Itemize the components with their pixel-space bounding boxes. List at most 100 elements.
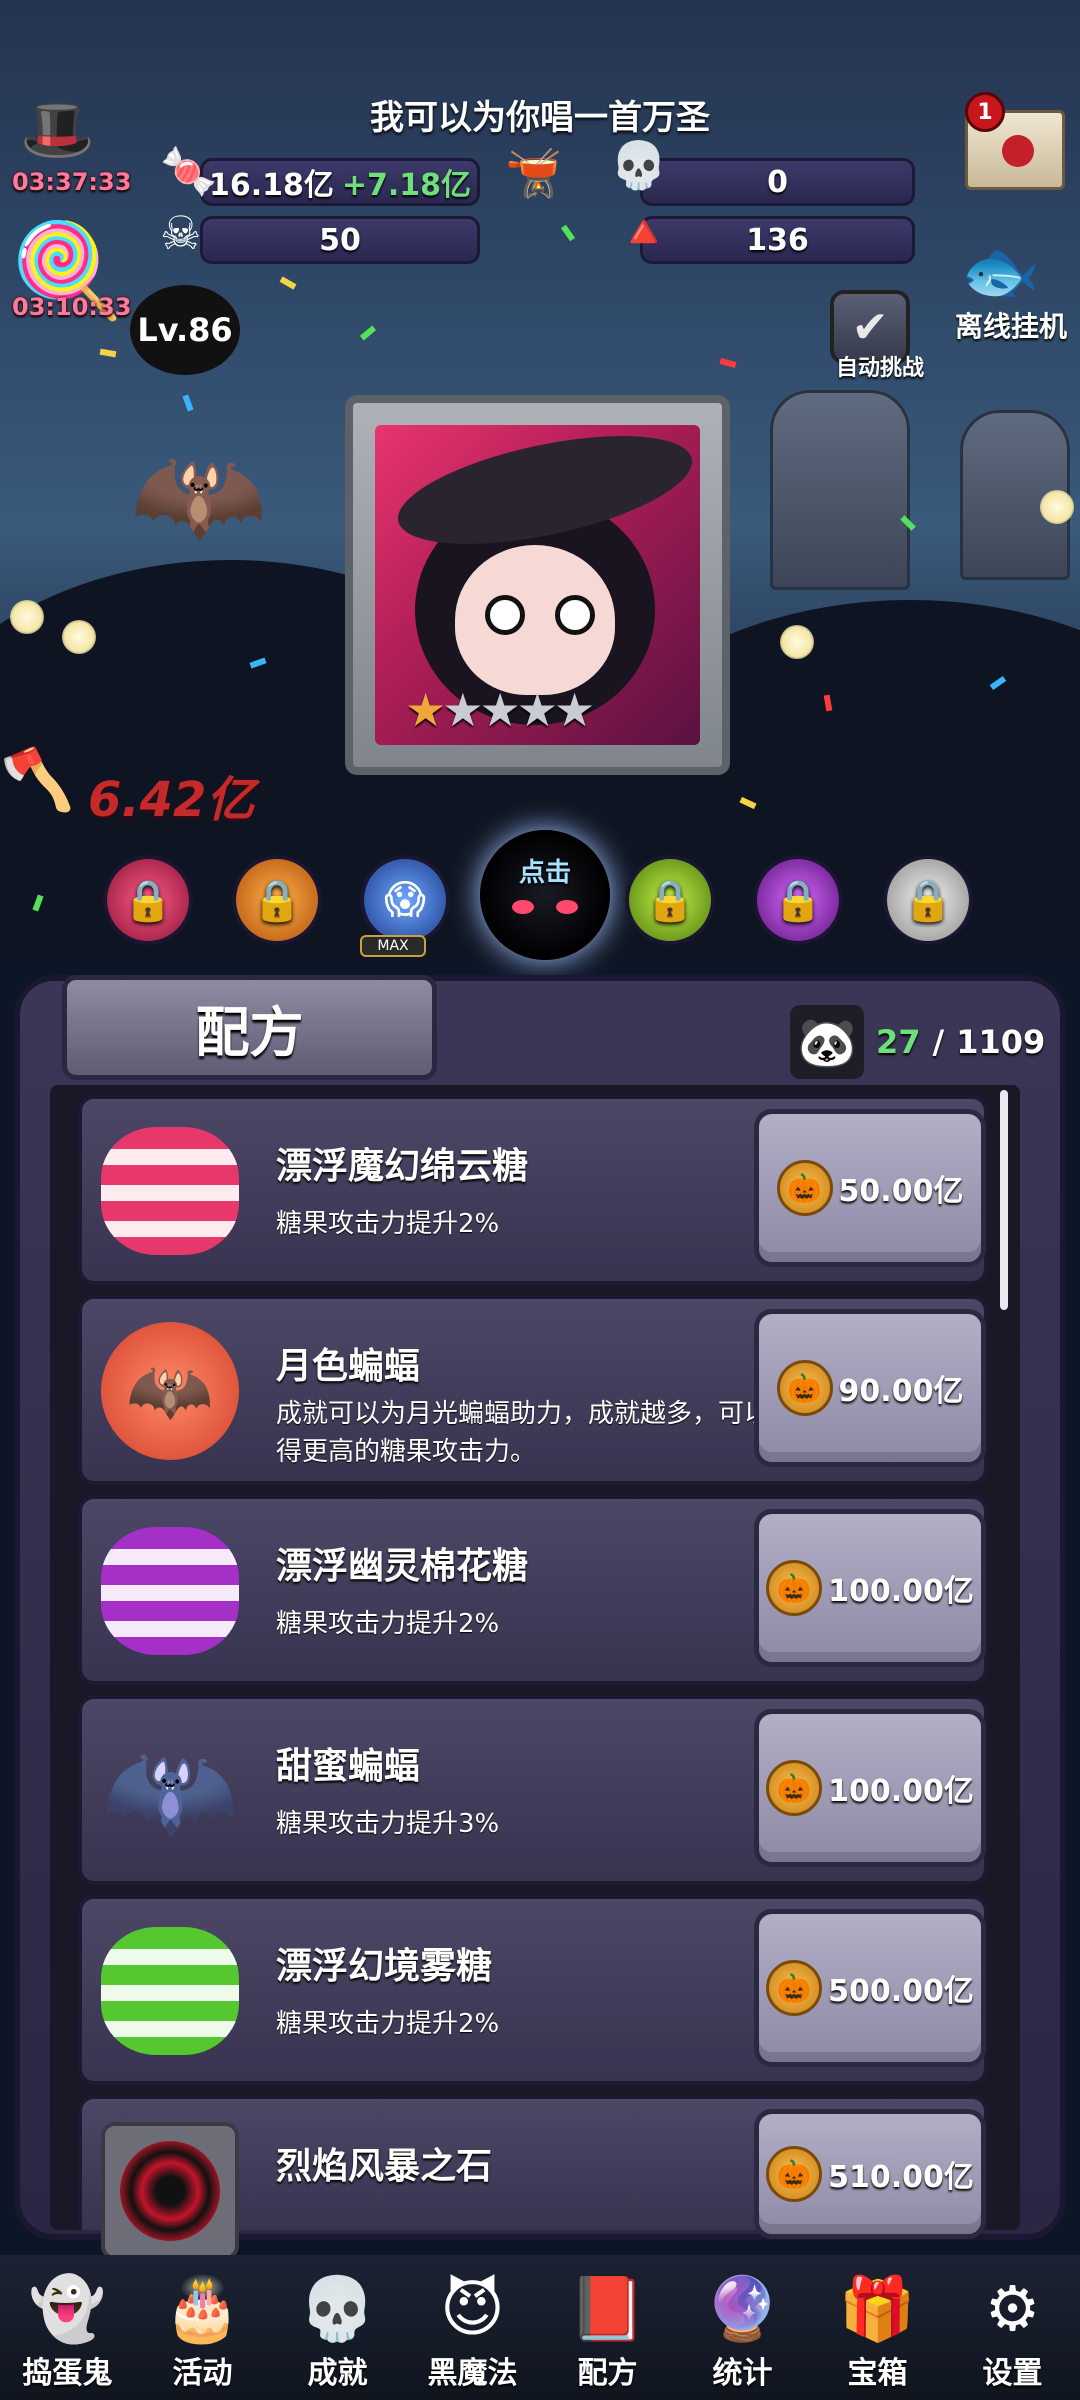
nav-label: 配方 [577,2356,638,2391]
pumpkin-coin-icon: 🎃 [766,1560,823,1616]
nav-tricksters[interactable]: 👻 捣蛋鬼 [4,2270,132,2392]
collected-count: 27 [876,1023,921,1061]
recipe-price: 100.00亿 [828,1574,974,1609]
candy-corn-icon: 🔺 [615,204,673,258]
treasure-chest-icon: 🎁 [838,2272,917,2345]
nav-stats[interactable]: 🔮 统计 [679,2270,807,2392]
lamp-icon [10,600,44,634]
ghost-face-icon: 😱 [384,877,426,923]
buy-button[interactable]: 🎃 50.00亿 [754,1109,986,1267]
recipe-name: 烈焰风暴之石 [276,2146,493,2187]
recipe-price: 50.00亿 [838,1174,964,1209]
orb-white-locked[interactable]: 🔒 [883,855,973,945]
event-timer: 03:37:33 [12,168,132,196]
witch-portrait: ★★★★★ [375,425,700,745]
green-fog-candy-icon [100,1921,240,2061]
recipe-name: 漂浮魔幻绵云糖 [276,1146,529,1187]
nav-recipes[interactable]: 📕 配方 [544,2270,672,2392]
orb-red-locked[interactable]: 🔒 [103,855,193,945]
buy-button[interactable]: 🎃 100.00亿 [754,1709,986,1867]
skull-trophy-icon: 💀 [298,2272,377,2345]
recipe-item: 漂浮幻境雾糖 糖果攻击力提升2% 🎃 500.00亿 [78,1895,988,2085]
star-filled-icon: ★ [405,683,446,737]
axe-icon: 🪓 [0,745,75,815]
orb-blue-ghost[interactable]: 😱 [360,855,450,945]
recipe-price: 510.00亿 [828,2160,974,2195]
star-empty-icon: ★ [554,683,595,737]
wax-seal-icon [1002,135,1034,167]
fish-bone-icon[interactable]: 🐟 [960,240,1040,304]
star-empty-icon: ★ [442,683,483,737]
lock-icon: 🔒 [252,877,302,924]
pumpkin-coin-icon: 🎃 [776,1360,833,1416]
gear-icon: ⚙ [984,2272,1041,2345]
nav-achievements[interactable]: 💀 成就 [274,2270,402,2392]
candy-corn-stat: 136 [640,216,915,264]
lamp-icon [1040,490,1074,524]
offline-idle-label[interactable]: 离线挂机 [955,305,1067,345]
boss-portrait[interactable]: ★★★★★ [345,395,730,775]
pumpkin-coin-icon: 🎃 [766,1760,823,1816]
buy-button[interactable]: 🎃 510.00亿 [754,2109,986,2239]
nav-settings[interactable]: ⚙ 设置 [949,2270,1077,2392]
confetti [719,358,737,368]
buy-button[interactable]: 🎃 500.00亿 [754,1909,986,2067]
recipe-desc: 糖果攻击力提升2% [276,1209,500,1239]
nav-chests[interactable]: 🎁 宝箱 [814,2270,942,2392]
lamp-icon [62,620,96,654]
recipe-name: 漂浮幻境雾糖 [276,1946,493,1987]
ghost-icon: 👻 [28,2272,107,2345]
bottom-nav: 👻 捣蛋鬼 🎂 活动 💀 成就 😈 黑魔法 📕 配方 🔮 统计 🎁 宝箱 ⚙ 设置 [0,2255,1080,2400]
boss-star-rating: ★★★★★ [405,683,595,737]
confetti [560,224,576,242]
recipe-price: 500.00亿 [828,1974,974,2009]
recipe-item: 烈焰风暴之石 🎃 510.00亿 [78,2095,988,2260]
crystal-ball-icon: 🔮 [703,2272,782,2345]
recipe-name: 月色蝙蝠 [276,1346,421,1387]
confetti [359,325,377,341]
recipe-price: 90.00亿 [838,1374,964,1409]
level-badge[interactable]: Lv.86 [130,285,240,375]
pink-cloud-candy-icon [100,1121,240,1261]
lock-icon: 🔒 [773,877,823,924]
demon-eyes [512,900,578,914]
candy-stat: 16.18亿 +7.18亿 [200,158,480,206]
demon-click-button[interactable]: 点击 [480,830,610,960]
buy-button[interactable]: 🎃 90.00亿 [754,1309,986,1467]
recipe-item: 🦇 月色蝙蝠 成就可以为月光蝙蝠助力，成就越多，可以获得更高的糖果攻击力。 🎃 … [78,1295,988,1485]
poison-stat: 0 [640,158,915,206]
star-empty-icon: ★ [516,683,558,737]
orb-purple-locked[interactable]: 🔒 [753,855,843,945]
mail-badge: 1 [965,92,1005,132]
candy-rate: +7.18亿 [341,168,472,203]
panda-icon: 🐼 [790,1005,864,1079]
skull-stat: 50 [200,216,480,264]
candy-bag-icon: 🍬 [160,144,218,198]
witch-hat-icon: 🎩 [20,95,95,165]
poison-amount: 0 [767,164,788,200]
recipe-scrollbar[interactable] [1000,1090,1008,1310]
recipe-name: 甜蜜蝙蝠 [276,1746,421,1787]
recipe-price: 100.00亿 [828,1774,974,1809]
orb-orange-locked[interactable]: 🔒 [232,855,322,945]
nav-events[interactable]: 🎂 活动 [139,2270,267,2392]
click-label: 点击 [518,858,571,888]
candy-amount: 16.18亿 [208,168,334,203]
nav-black-magic[interactable]: 😈 黑魔法 [409,2270,537,2392]
pumpkin-coin-icon: 🎃 [766,1960,823,2016]
cauldron-icon[interactable]: 🫕 [505,150,562,196]
recipe-item: 漂浮魔幻绵云糖 糖果攻击力提升2% 🎃 50.00亿 [78,1095,988,1285]
lock-icon: 🔒 [903,877,953,924]
demon-icon: 😈 [440,2272,505,2345]
collection-separator: / [932,1023,945,1061]
nav-label: 宝箱 [847,2356,908,2391]
flame-storm-stone-icon [100,2121,240,2261]
pumpkin-coin-icon: 🎃 [766,2146,823,2202]
tombstone-icon [770,390,910,590]
orb-green-locked[interactable]: 🔒 [625,855,715,945]
moon-bat-icon: 🦇 [100,1321,240,1461]
panel-title: 配方 [62,975,437,1080]
buy-button[interactable]: 🎃 100.00亿 [754,1509,986,1667]
recipe-item: 🦇 甜蜜蝙蝠 糖果攻击力提升3% 🎃 100.00亿 [78,1695,988,1885]
lamp-icon [780,625,814,659]
